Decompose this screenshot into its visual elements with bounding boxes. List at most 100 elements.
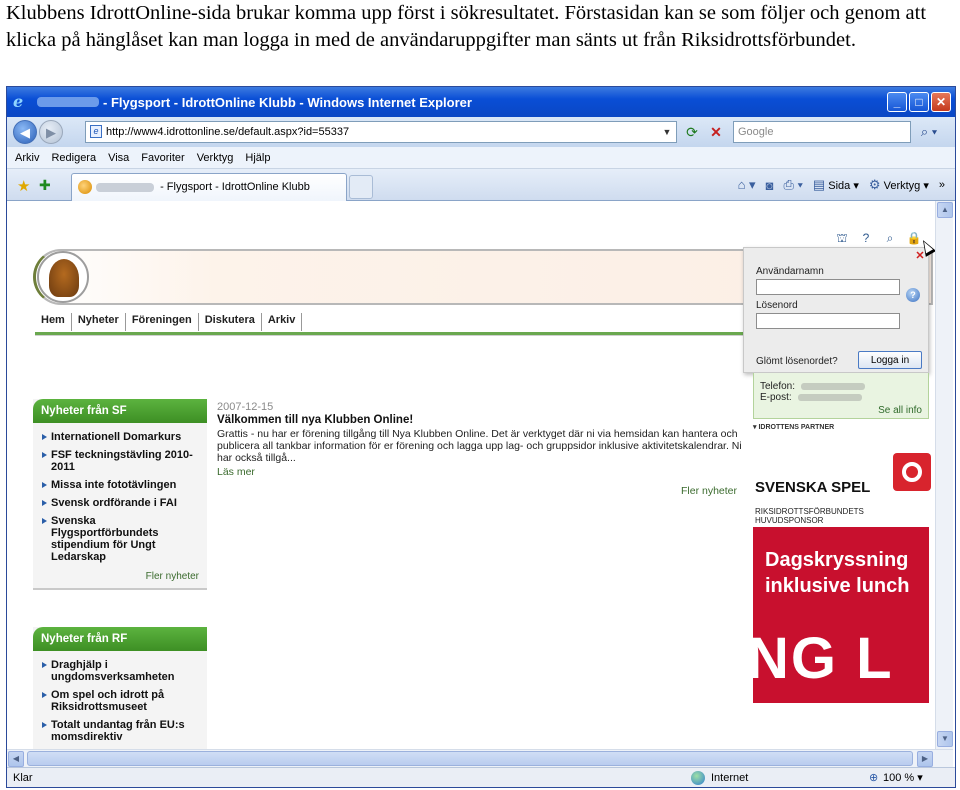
add-favorite-icon[interactable]: ✚ <box>39 177 51 194</box>
email-label: E-post: <box>760 392 792 403</box>
nav-foreningen[interactable]: Föreningen <box>126 313 199 331</box>
eagle-icon <box>49 259 79 297</box>
list-item[interactable]: Missa inte fototävlingen <box>41 479 203 491</box>
tab-flygsport[interactable]: - Flygsport - IdrottOnline Klubb <box>71 173 347 201</box>
ad-line-1: Dagskryssning <box>765 549 909 571</box>
zoom-control[interactable]: ⊕ 100 % ▾ <box>869 768 923 787</box>
list-item[interactable]: Totalt undantag från EU:s momsdirektiv <box>41 719 203 743</box>
sf-news-header: Nyheter från SF <box>33 399 207 423</box>
list-item[interactable]: FSF teckningstävling 2010-2011 <box>41 449 203 473</box>
redacted-text <box>96 182 154 192</box>
site-navigation: Hem Nyheter Föreningen Diskutera Arkiv <box>35 313 303 331</box>
login-popup: ✕ Användarnamn ? Lösenord Glömt lösenord… <box>743 247 929 373</box>
redacted-text <box>801 382 866 390</box>
svenska-spel-banner[interactable]: SVENSKA SPEL RIKSIDROTTSFÖRBUNDETS HUVUD… <box>753 453 931 525</box>
password-label: Lösenord <box>756 300 798 311</box>
list-item[interactable]: Svenska Flygsportförbundets stipendium f… <box>41 515 203 563</box>
redacted-text <box>797 393 862 401</box>
divider <box>35 335 751 336</box>
chevron-down-icon[interactable]: ▼ <box>660 124 674 140</box>
see-all-info-link[interactable]: Se all info <box>878 405 922 416</box>
contact-email: E-post: <box>760 392 862 403</box>
username-field[interactable] <box>756 279 900 295</box>
scroll-down-icon[interactable]: ▼ <box>937 731 953 747</box>
new-tab-button[interactable] <box>349 175 373 199</box>
nav-diskutera[interactable]: Diskutera <box>199 313 262 331</box>
menu-arkiv[interactable]: Arkiv <box>15 152 39 164</box>
nav-nyheter[interactable]: Nyheter <box>72 313 126 331</box>
zone-label: Internet <box>711 772 749 784</box>
list-item[interactable]: Draghjälp i ungdomsverksamheten <box>41 659 203 683</box>
list-item[interactable]: Internationell Domarkurs <box>41 431 203 443</box>
more-chevron-icon[interactable]: » <box>939 179 945 191</box>
news-body: Grattis - nu har er förening tillgång ti… <box>217 428 742 464</box>
phone-label: Telefon: <box>760 381 796 392</box>
title-bar: e - Flygsport - IdrottOnline Klubb - Win… <box>7 87 955 117</box>
list-item[interactable]: Svensk ordförande i FAI <box>41 497 203 509</box>
password-field[interactable] <box>756 313 900 329</box>
command-bar: ⌂ ▾ ◙ ⎙ ▾ ▤ Sida ▾ ⚙ Verktyg ▾ » <box>738 177 945 193</box>
ad-large-text: NG L <box>747 626 894 691</box>
sponsor-subtitle: RIKSIDROTTSFÖRBUNDETS HUVUDSPONSOR <box>755 507 864 525</box>
vertical-scrollbar[interactable]: ▲ ▼ <box>935 201 953 749</box>
page-icon: e <box>90 125 102 138</box>
partner-label-text: IDROTTENS PARTNER <box>758 424 835 431</box>
club-logo[interactable] <box>37 251 89 303</box>
nav-arkiv[interactable]: Arkiv <box>262 313 303 331</box>
status-bar: Klar Internet ⊕ 100 % ▾ <box>7 767 955 787</box>
sitemap-icon[interactable]: ⛫ <box>833 229 851 247</box>
search-icon[interactable]: ⌕ <box>881 229 899 247</box>
menu-redigera[interactable]: Redigera <box>51 152 96 164</box>
forgot-password-link[interactable]: Glömt lösenordet? <box>756 356 838 367</box>
sponsor-name: SVENSKA SPEL <box>755 479 871 496</box>
help-icon[interactable]: ? <box>857 229 875 247</box>
feeds-icon[interactable]: ◙ <box>766 178 774 193</box>
back-button[interactable]: ◀ <box>13 120 37 144</box>
globe-icon <box>691 771 705 785</box>
page-content: Hem Nyheter Föreningen Diskutera Arkiv ⛫… <box>7 201 935 749</box>
login-button[interactable]: Logga in <box>858 351 922 369</box>
scrollbar-thumb[interactable] <box>27 751 913 766</box>
favorites-star-icon[interactable]: ★ <box>17 177 30 195</box>
svenska-spel-logo-icon <box>893 453 931 491</box>
address-bar[interactable]: e http://www4.idrottonline.se/default.as… <box>85 121 677 143</box>
search-input[interactable]: Google <box>733 121 911 143</box>
more-news-link[interactable]: Fler nyheter <box>681 485 737 497</box>
menu-hjalp[interactable]: Hjälp <box>245 152 270 164</box>
forward-button[interactable]: ▶ <box>39 120 63 144</box>
horizontal-scrollbar[interactable]: ◀ ▶ <box>7 749 953 767</box>
ad-banner[interactable]: Dagskryssning inklusive lunch NG L <box>747 527 929 703</box>
list-item[interactable]: Om spel och idrott på Riksidrottsmuseet <box>41 689 203 713</box>
news-title[interactable]: Välkommen till nya Klubben Online! <box>217 414 747 426</box>
help-icon[interactable]: ? <box>906 288 920 302</box>
partner-label: ▾ IDROTTENS PARTNER <box>753 424 835 431</box>
news-article: 2007-12-15 Välkommen till nya Klubben On… <box>217 401 747 478</box>
maximize-icon[interactable]: □ <box>909 92 929 112</box>
print-icon[interactable]: ⎙ ▾ <box>783 177 802 193</box>
stop-icon[interactable]: ✕ <box>707 123 725 141</box>
page-menu[interactable]: ▤ Sida ▾ <box>813 177 859 193</box>
sf-more-news-link[interactable]: Fler nyheter <box>33 571 207 588</box>
status-text: Klar <box>13 772 33 784</box>
scroll-right-icon[interactable]: ▶ <box>917 751 933 767</box>
read-more-link[interactable]: Läs mer <box>217 466 747 478</box>
menu-visa[interactable]: Visa <box>108 152 129 164</box>
home-icon[interactable]: ⌂ ▾ <box>738 177 756 193</box>
ad-line-2: inklusive lunch <box>765 575 910 597</box>
menu-favoriter[interactable]: Favoriter <box>141 152 184 164</box>
scroll-up-icon[interactable]: ▲ <box>937 202 953 218</box>
minimize-icon[interactable]: _ <box>887 92 907 112</box>
window-title: - Flygsport - IdrottOnline Klubb - Windo… <box>103 94 472 110</box>
tools-menu[interactable]: ⚙ Verktyg ▾ <box>869 177 929 193</box>
scroll-left-icon[interactable]: ◀ <box>8 751 24 767</box>
gear-icon: ⚙ <box>868 177 881 192</box>
refresh-icon[interactable]: ⟳ <box>683 123 701 141</box>
tab-bar: ★ ✚ - Flygsport - IdrottOnline Klubb ⌂ ▾… <box>7 169 955 201</box>
menu-verktyg[interactable]: Verktyg <box>197 152 234 164</box>
tab-label: - Flygsport - IdrottOnline Klubb <box>160 181 310 193</box>
close-icon[interactable]: ✕ <box>931 92 951 112</box>
nav-hem[interactable]: Hem <box>35 313 72 331</box>
search-icon[interactable]: ⌕ ▾ <box>913 122 945 142</box>
menu-bar: Arkiv Redigera Visa Favoriter Verktyg Hj… <box>7 147 955 169</box>
ie-logo-icon: e <box>13 92 24 111</box>
